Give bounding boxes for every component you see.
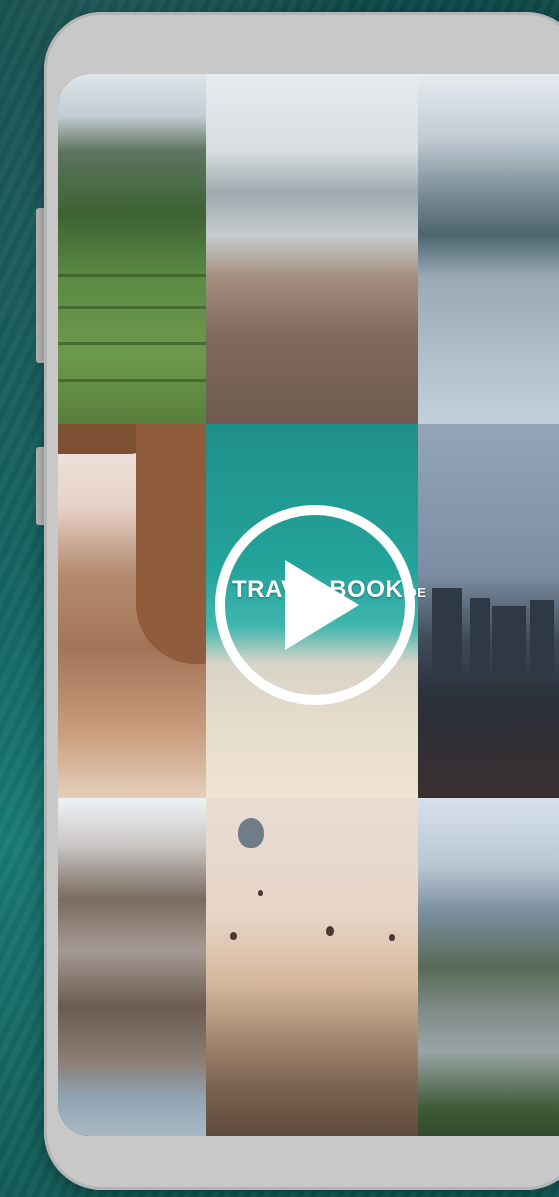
glacier-mountain-photo: [58, 798, 206, 1136]
city-skyline-dusk-photo: [418, 424, 559, 798]
mountain-lake-photo: [418, 74, 559, 424]
petra-treasury-photo: [58, 424, 206, 798]
play-icon: [285, 560, 359, 650]
hot-air-balloons-photo: [206, 798, 418, 1136]
mountain-panorama-photo: [418, 798, 559, 1136]
desert-valley-photo: [206, 74, 418, 424]
rice-terrace-photo: [58, 74, 206, 424]
play-button[interactable]: [215, 505, 415, 705]
